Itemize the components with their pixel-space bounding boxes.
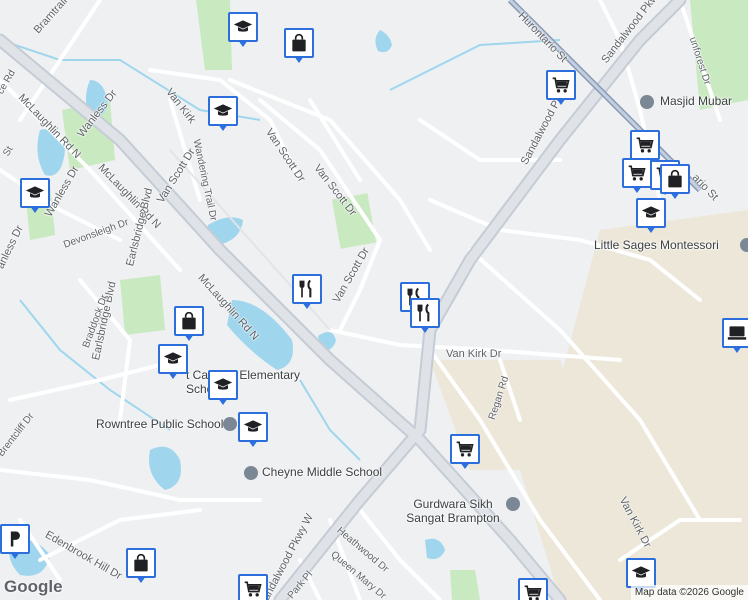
- shopping-cart-icon: [518, 578, 548, 600]
- map-marker-restaurant[interactable]: [410, 298, 444, 336]
- shopping-cart-icon: [630, 130, 660, 160]
- marker-pointer: [136, 576, 146, 583]
- map-marker-grocery[interactable]: [546, 70, 580, 108]
- map-attribution: Map data ©2026 Google: [630, 585, 748, 600]
- map-marker-shopping[interactable]: [174, 306, 208, 344]
- marker-pointer: [294, 56, 304, 63]
- map-marker-grocery[interactable]: [518, 578, 552, 600]
- place-label-cheyne[interactable]: Cheyne Middle School: [262, 465, 382, 479]
- map-marker-school[interactable]: [208, 370, 242, 408]
- place-label-gurdwara[interactable]: Gurdwara Sikh Sangat Brampton: [406, 497, 500, 525]
- map-marker-school[interactable]: [636, 198, 670, 236]
- map-marker-school[interactable]: [208, 96, 242, 134]
- school-icon: [244, 466, 258, 480]
- computer-icon: [722, 318, 748, 348]
- map-marker-restaurant[interactable]: [292, 274, 326, 312]
- map-marker-shopping[interactable]: [284, 28, 318, 66]
- school-icon: [636, 198, 666, 228]
- marker-pointer: [248, 440, 258, 447]
- marker-pointer: [670, 192, 680, 199]
- parking-icon: [0, 524, 30, 554]
- place-label-rowntree[interactable]: Rowntree Public School: [96, 417, 223, 431]
- marker-pointer: [238, 40, 248, 47]
- map-marker-school[interactable]: [20, 178, 54, 216]
- restaurant-icon: [292, 274, 322, 304]
- school-icon: [740, 238, 748, 252]
- map-marker-school[interactable]: [158, 344, 192, 382]
- marker-pointer: [30, 206, 40, 213]
- map-marker-school[interactable]: [238, 412, 272, 450]
- school-icon: [238, 412, 268, 442]
- mosque-icon: [640, 95, 654, 109]
- shopping-cart-icon: [238, 574, 268, 600]
- school-icon: [208, 96, 238, 126]
- shopping-bag-icon: [284, 28, 314, 58]
- marker-pointer: [632, 186, 642, 193]
- map-marker-parking[interactable]: [0, 524, 34, 562]
- school-icon: [228, 12, 258, 42]
- marker-pointer: [420, 326, 430, 333]
- map-canvas[interactable]: Bramtrail Gate McLaughlin Rd N McLaughli…: [0, 0, 748, 600]
- place-label-little-sages[interactable]: Little Sages Montessori: [594, 238, 719, 252]
- map-marker-shopping[interactable]: [126, 548, 160, 586]
- street-label: Van Kirk Dr: [446, 348, 502, 360]
- place-label-catholic-school[interactable]: t Catholic Elementary School: [186, 368, 326, 396]
- marker-pointer: [184, 334, 194, 341]
- shopping-bag-icon: [126, 548, 156, 578]
- map-marker-grocery[interactable]: [238, 574, 272, 600]
- school-icon: [626, 558, 656, 588]
- map-marker-computer[interactable]: [722, 318, 748, 356]
- place-label-masjid[interactable]: Masjid Mubar: [660, 94, 732, 108]
- school-icon: [20, 178, 50, 208]
- marker-pointer: [732, 346, 742, 353]
- marker-pointer: [460, 462, 470, 469]
- marker-pointer: [218, 398, 228, 405]
- marker-pointer: [218, 124, 228, 131]
- marker-pointer: [302, 302, 312, 309]
- shopping-cart-icon: [622, 158, 652, 188]
- shopping-cart-icon: [450, 434, 480, 464]
- worship-icon: [506, 497, 520, 511]
- school-icon: [158, 344, 188, 374]
- marker-pointer: [168, 372, 178, 379]
- school-icon: [223, 417, 237, 431]
- shopping-cart-icon: [546, 70, 576, 100]
- google-logo: Google: [4, 577, 63, 596]
- map-marker-grocery[interactable]: [450, 434, 484, 472]
- school-icon: [208, 370, 238, 400]
- restaurant-icon: [410, 298, 440, 328]
- marker-pointer: [646, 226, 656, 233]
- shopping-bag-icon: [660, 164, 690, 194]
- map-marker-shopping[interactable]: [660, 164, 694, 202]
- map-marker-school[interactable]: [228, 12, 262, 50]
- marker-pointer: [10, 552, 20, 559]
- marker-pointer: [556, 98, 566, 105]
- shopping-bag-icon: [174, 306, 204, 336]
